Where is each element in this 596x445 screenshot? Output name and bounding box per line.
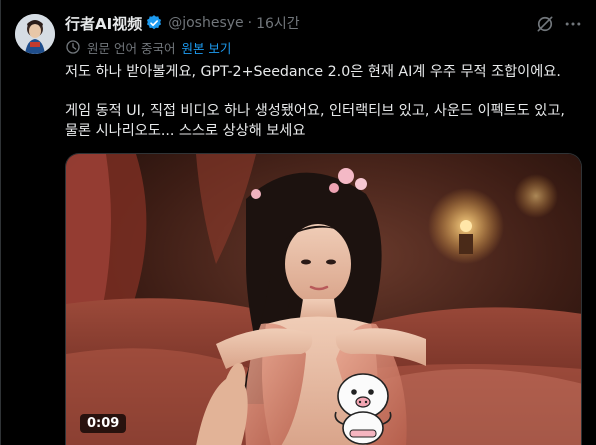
video-frame	[66, 154, 581, 445]
cartoon-sticker	[328, 368, 398, 445]
video-duration: 0:09	[80, 414, 127, 433]
post-line-3: 물론 시나리오도... 스스로 상상해 보세요	[65, 123, 306, 139]
more-icon[interactable]	[562, 13, 584, 35]
video-player[interactable]: 0:09	[65, 153, 582, 445]
header-separator: ·	[247, 15, 253, 31]
translation-label: 원문 언어 중국어	[87, 40, 176, 56]
show-original-link[interactable]: 원본 보기	[181, 38, 231, 57]
translate-icon	[65, 39, 81, 55]
grok-icon[interactable]	[535, 14, 555, 34]
post-time[interactable]: 16시간	[256, 13, 300, 33]
post-line-2: 게임 동적 UI, 직접 비디오 하나 생성됐어요, 인터랙티브 있고, 사운드…	[65, 103, 565, 119]
post-line-1: 저도 하나 받아볼게요, GPT-2+Seedance 2.0은 현재 AI계 …	[65, 64, 561, 80]
post-text: 저도 하나 받아볼게요, GPT-2+Seedance 2.0은 현재 AI계 …	[65, 62, 585, 141]
tweet-header: 行者AI视频 @joshesye · 16시간	[65, 12, 300, 34]
author-handle[interactable]: @joshesye	[168, 15, 243, 31]
verified-badge-icon	[145, 14, 163, 32]
author-name[interactable]: 行者AI视频	[65, 13, 142, 34]
avatar[interactable]	[15, 14, 55, 54]
translation-row: 원문 언어 중국어 원본 보기	[65, 38, 231, 56]
tweet[interactable]: 行者AI视频 @joshesye · 16시간 원문 언어 중국어 원본 보기 …	[0, 0, 596, 445]
